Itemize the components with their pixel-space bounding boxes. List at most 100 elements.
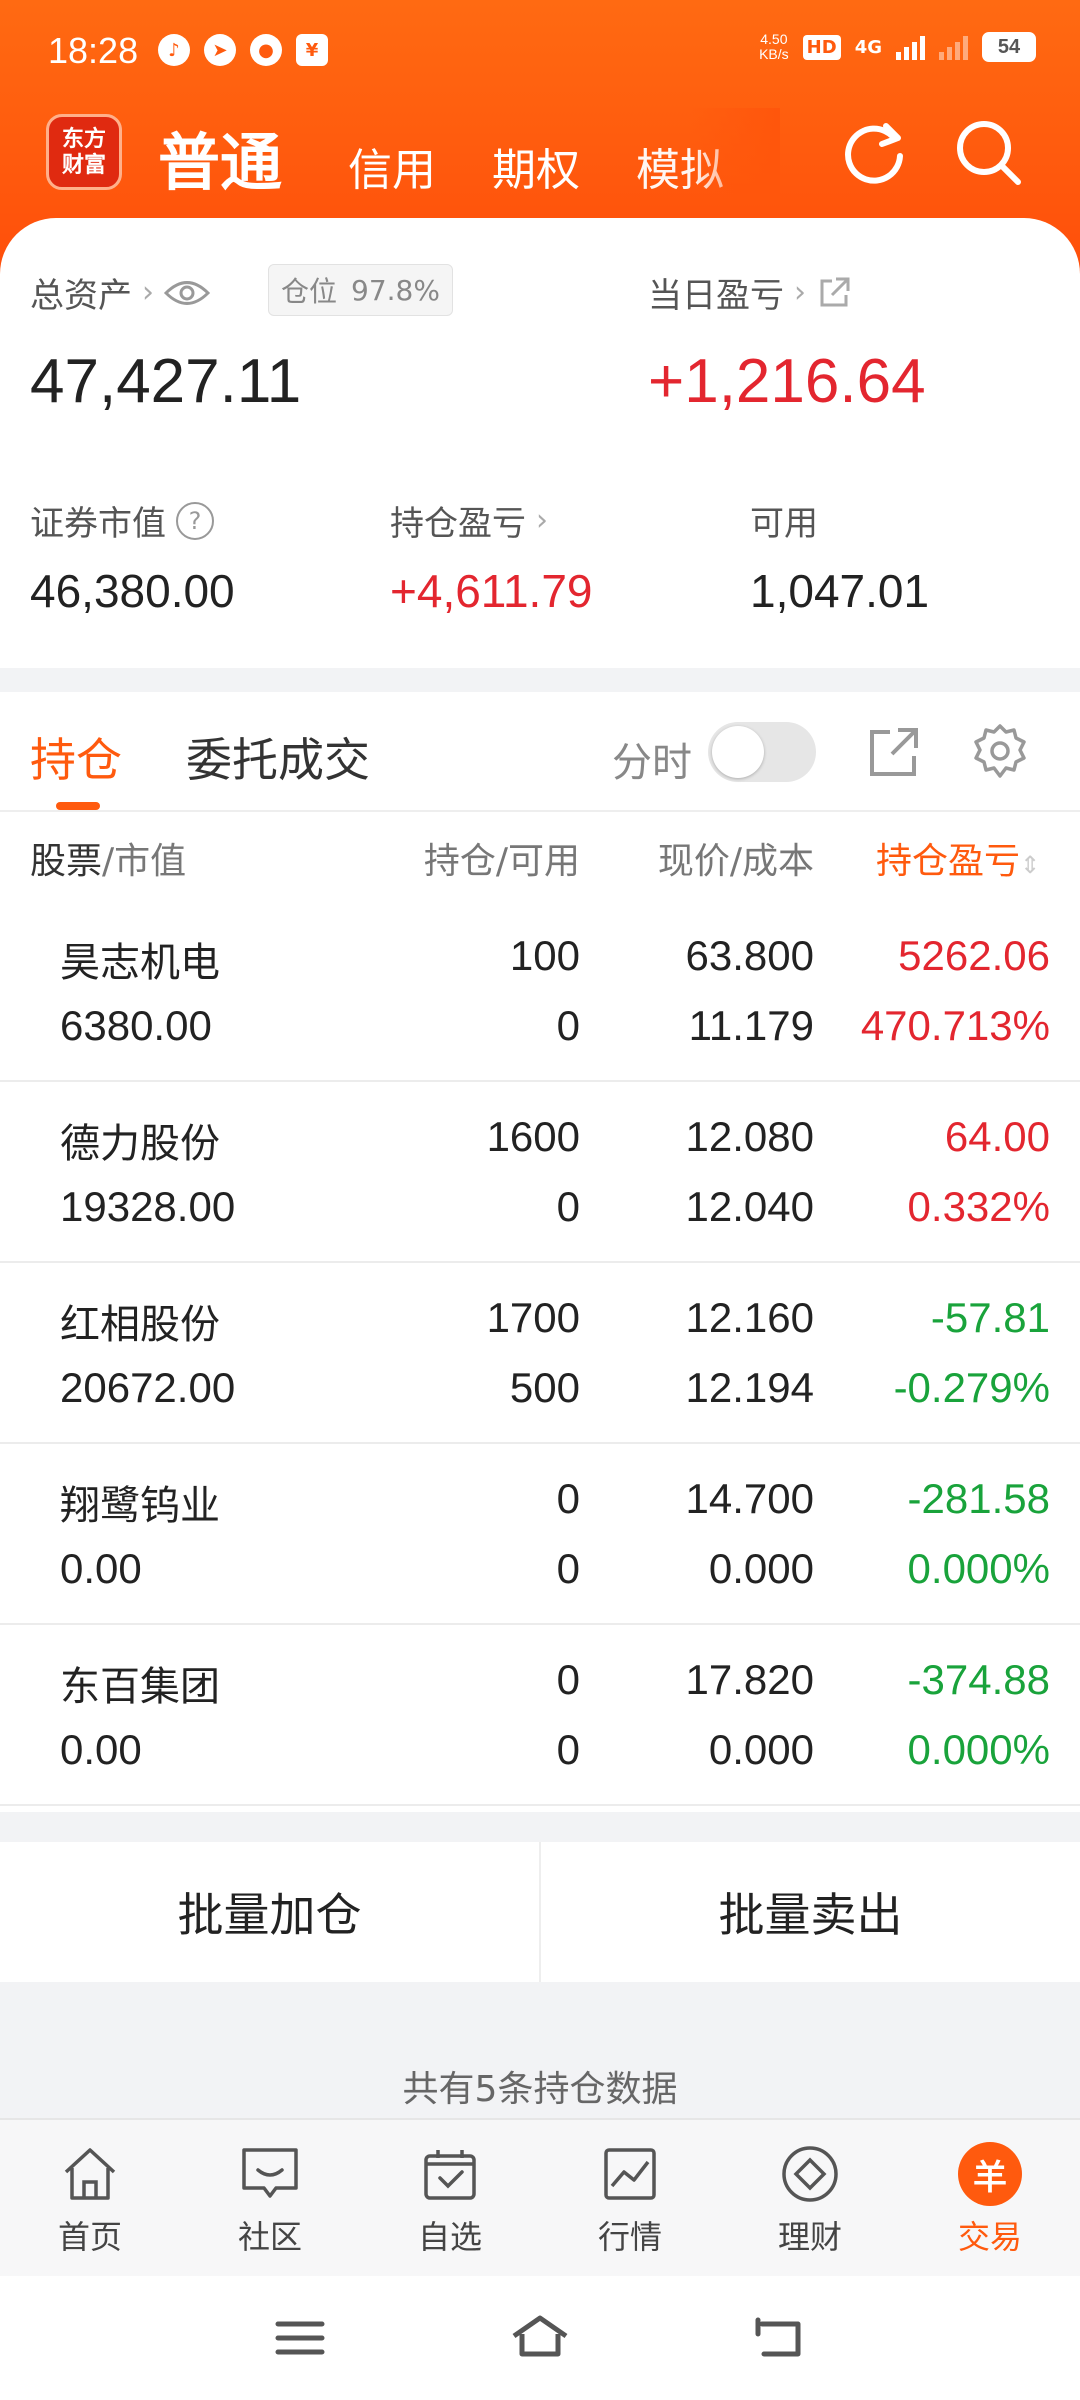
cost-price: 0.000 <box>708 1726 814 1773</box>
table-row[interactable]: 德力股份 19328.00 1600 0 12.080 12.040 64.00 0.332% <box>0 1083 1080 1263</box>
batch-sell-button[interactable]: 批量卖出 <box>541 1842 1080 1982</box>
gear-icon[interactable] <box>970 722 1030 782</box>
chart-icon <box>604 2148 656 2200</box>
search-icon[interactable] <box>952 116 1024 188</box>
available-qty: 0 <box>556 1183 580 1230</box>
batch-add-button[interactable]: 批量加仓 <box>0 1842 539 1982</box>
nav-community[interactable]: 社区 <box>180 2120 360 2276</box>
message-icon: ● <box>250 34 282 66</box>
hd-badge: HD <box>802 34 841 60</box>
holding-pnl-pct: -0.279% <box>893 1364 1050 1411</box>
col-position: 持仓/可用 <box>423 841 580 882</box>
tab-orders[interactable]: 委托成交 <box>186 724 370 790</box>
nav-watchlist[interactable]: 自选 <box>360 2120 540 2276</box>
yuan-icon: 羊 <box>958 2142 1022 2206</box>
position-qty: 0 <box>556 1475 580 1522</box>
diamond-icon <box>782 2146 838 2202</box>
position-qty: 100 <box>509 932 580 979</box>
market-value: 0.00 <box>60 1545 142 1592</box>
table-row[interactable]: 红相股份 20672.00 1700 500 12.160 12.194 -57.81 -0.… <box>0 1264 1080 1444</box>
market-value: 46,380.00 <box>30 565 235 617</box>
tab-normal[interactable]: 普通 <box>158 112 282 202</box>
music-app-icon: ♪ <box>158 34 190 66</box>
holding-pnl-pct: 0.000% <box>907 1545 1050 1592</box>
holdings-count: 共有5条持仓数据 <box>402 2069 678 2110</box>
network-type: 4G <box>854 36 882 58</box>
eye-icon[interactable] <box>164 278 210 308</box>
watchlist-icon <box>424 2150 476 2200</box>
stock-name: 东百集团 <box>60 1664 220 1710</box>
available-qty: 500 <box>509 1364 580 1411</box>
total-assets-value: 47,427.11 <box>30 347 302 416</box>
holdings-tabs: 持仓 委托成交 分时 <box>0 692 1080 812</box>
home-button-icon[interactable] <box>508 2306 572 2370</box>
position-qty: 1600 <box>486 1113 580 1160</box>
total-assets-link[interactable]: 总资产 › <box>30 268 210 317</box>
holding-pnl: 5262.06 <box>898 932 1050 979</box>
current-price: 12.160 <box>685 1294 814 1341</box>
cost-price: 11.179 <box>688 1002 814 1049</box>
daily-pnl-link[interactable]: 当日盈亏 › <box>648 268 852 317</box>
table-row[interactable]: 昊志机电 6380.00 100 0 63.800 11.179 5262.06 470.71… <box>0 902 1080 1082</box>
active-tab-indicator <box>56 802 100 810</box>
intraday-toggle[interactable] <box>708 722 816 782</box>
stock-name: 昊志机电 <box>60 940 220 986</box>
holding-pnl: -374.88 <box>907 1656 1050 1703</box>
holding-pnl-value: +4,611.79 <box>390 565 593 617</box>
sort-icon: ⇕ <box>1020 851 1041 879</box>
daily-pnl-value: +1,216.64 <box>648 347 926 416</box>
net-speed: 4.50 KB/s <box>759 31 789 62</box>
table-row[interactable]: 翔鹭钨业 0.00 0 0 14.700 0.000 -281.58 0.000% <box>0 1445 1080 1625</box>
table-header: 股票/市值 持仓/可用 现价/成本 持仓盈亏⇕ <box>0 824 1080 894</box>
app-logo: 东方 财富 <box>46 114 122 190</box>
wallet-app-icon: ¥ <box>296 34 328 66</box>
status-time: 18:28 <box>48 30 139 71</box>
back-icon[interactable] <box>748 2306 812 2370</box>
help-icon[interactable]: ? <box>176 501 214 540</box>
share-icon[interactable] <box>864 722 924 782</box>
chevron-right-icon: › <box>794 275 806 310</box>
nav-wealth[interactable]: 理财 <box>720 2120 900 2276</box>
available-qty: 0 <box>556 1545 580 1592</box>
menu-icon[interactable] <box>268 2306 332 2370</box>
nav-market[interactable]: 行情 <box>540 2120 720 2276</box>
col-price: 现价/成本 <box>657 841 814 882</box>
current-price: 14.700 <box>685 1475 814 1522</box>
cost-price: 0.000 <box>708 1545 814 1592</box>
col-pnl-sort[interactable]: 持仓盈亏⇕ <box>876 832 1046 884</box>
current-price: 17.820 <box>685 1656 814 1703</box>
holding-pnl-pct: 0.332% <box>907 1183 1050 1230</box>
tab-fade <box>690 108 780 198</box>
holding-pnl-link[interactable]: 持仓盈亏 › <box>390 496 548 545</box>
notification-icons: ♪ ➤ ● ¥ <box>158 34 328 66</box>
available-qty: 0 <box>556 1726 580 1773</box>
tab-options[interactable]: 期权 <box>492 134 580 198</box>
battery-icon: 54 <box>982 32 1036 62</box>
holding-pnl: -281.58 <box>907 1475 1050 1522</box>
position-qty: 0 <box>556 1656 580 1703</box>
signal-secondary-icon <box>939 34 968 60</box>
tab-credit[interactable]: 信用 <box>348 134 436 198</box>
asset-summary-card: 总资产 › 仓位 97.8% 当日盈亏 › 47,427.11 +1,216.6… <box>0 218 1080 668</box>
intraday-toggle-label: 分时 <box>612 740 692 786</box>
market-value: 6380.00 <box>60 1002 212 1049</box>
nav-home[interactable]: 首页 <box>0 2120 180 2276</box>
chevron-right-icon: › <box>536 503 548 538</box>
position-ratio-badge: 仓位 97.8% <box>268 264 453 316</box>
market-value: 19328.00 <box>60 1183 236 1230</box>
market-value: 0.00 <box>60 1726 142 1773</box>
external-link-icon[interactable] <box>816 275 852 311</box>
available-label: 可用 <box>750 504 818 544</box>
bottom-nav: 首页 社区 自选 行情 理财 羊 交易 <box>0 2118 1080 2276</box>
holding-pnl-pct: 470.713% <box>860 1002 1050 1049</box>
refresh-icon[interactable] <box>838 116 910 188</box>
cost-price: 12.040 <box>685 1183 814 1230</box>
stock-name: 红相股份 <box>60 1302 220 1348</box>
toggle-knob <box>712 726 764 778</box>
holding-pnl: 64.00 <box>944 1113 1050 1160</box>
market-value-label: 证券市值 ? <box>30 496 214 545</box>
table-row[interactable]: 东百集团 0.00 0 0 17.820 0.000 -374.88 0.000% <box>0 1626 1080 1806</box>
available-value: 1,047.01 <box>750 565 930 617</box>
nav-trade[interactable]: 羊 交易 <box>900 2120 1080 2276</box>
tab-holdings[interactable]: 持仓 <box>30 724 122 790</box>
